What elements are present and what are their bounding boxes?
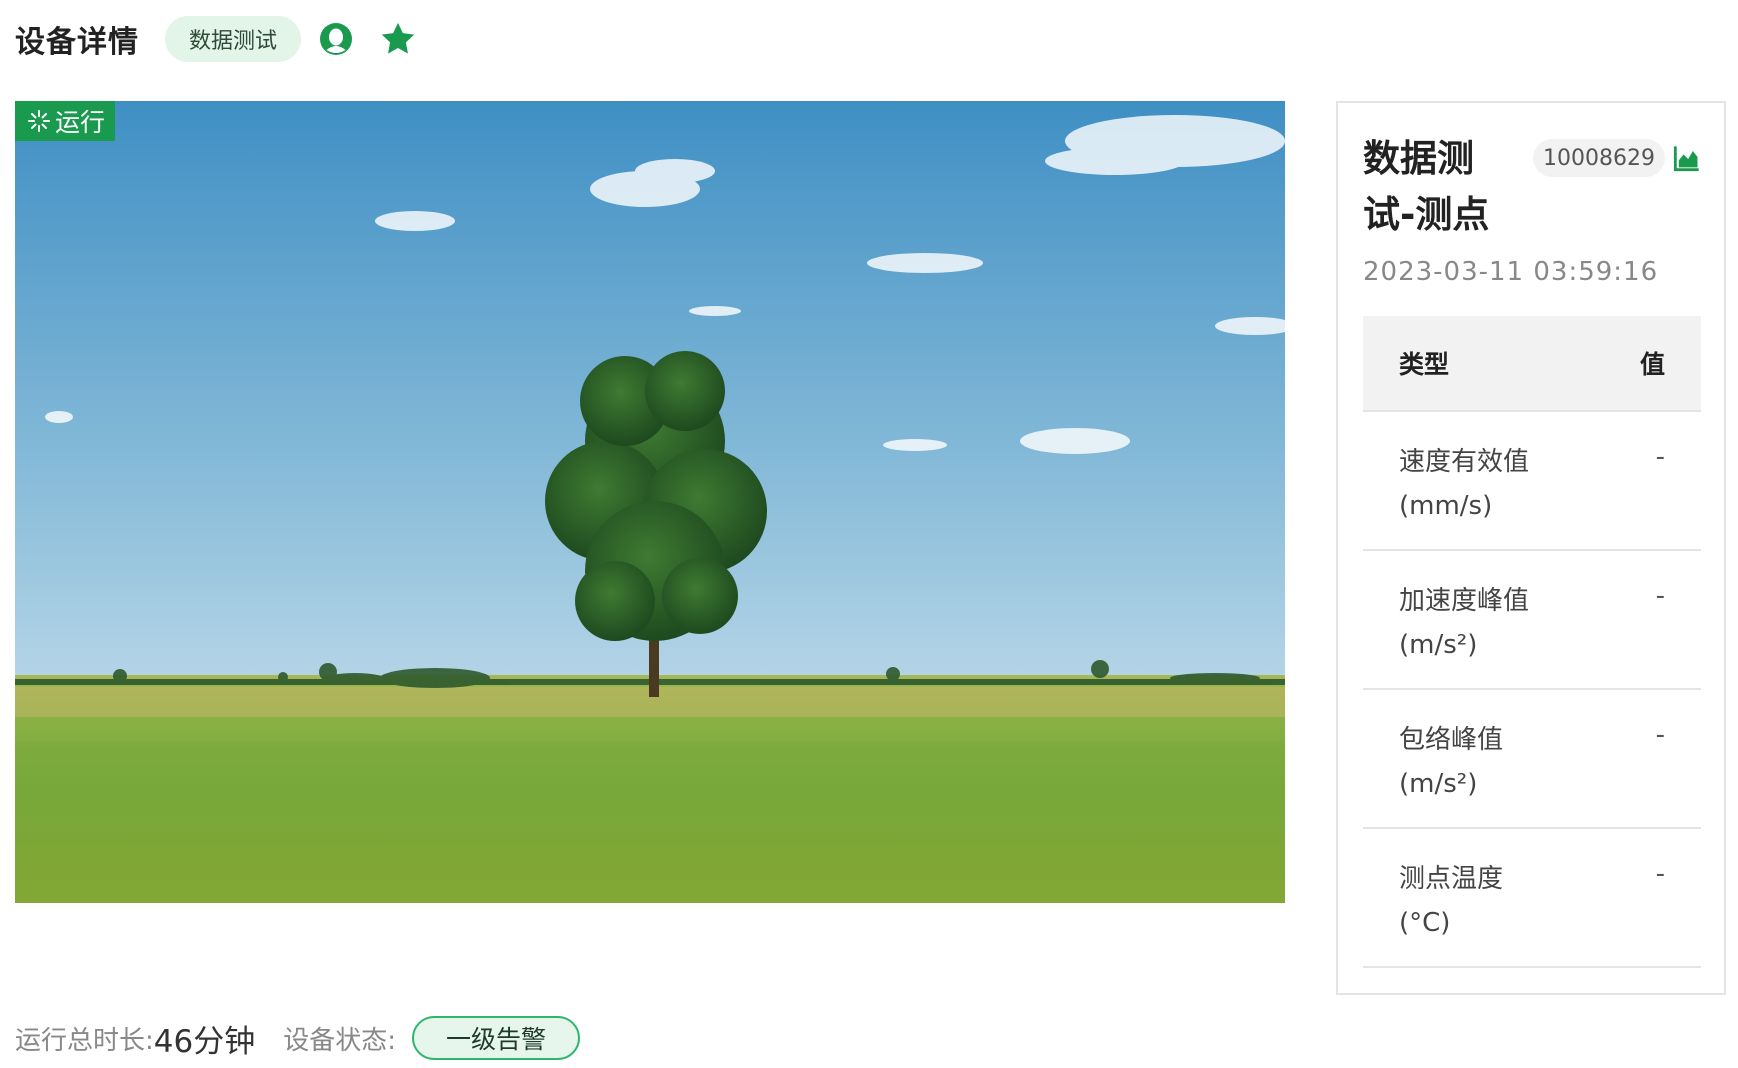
- row-value: -: [1655, 581, 1665, 611]
- status-bar: 运行总时长: 46分钟 设备状态: 一级告警: [15, 1015, 580, 1061]
- runtime-value: 46分钟: [153, 1023, 256, 1060]
- landscape-picture: [15, 101, 1285, 903]
- table-header: 类型 值: [1363, 316, 1701, 412]
- running-status-label: 运行: [55, 108, 106, 137]
- measure-point-title: 数据测 试-测点: [1363, 131, 1513, 243]
- measure-point-header: 数据测 试-测点 10008629 2023-03-11 03:59:16: [1363, 131, 1701, 287]
- star-icon[interactable]: [379, 20, 417, 58]
- page-title: 设备详情: [15, 25, 139, 60]
- point-code-chip: 10008629: [1533, 139, 1665, 177]
- row-label-text: 测点温度: [1399, 864, 1504, 894]
- measure-point-panel: 数据测 试-测点 10008629 2023-03-11 03:59:16 类型…: [1336, 101, 1726, 995]
- measure-table: 类型 值 速度有效值 (mm/s) - 加速度峰值 (m/s²) - 包络峰值 …: [1363, 316, 1701, 968]
- row-value: -: [1655, 720, 1665, 750]
- running-status-badge: 运行: [15, 101, 116, 141]
- area-chart-icon[interactable]: [1673, 144, 1701, 172]
- measure-point-code: 10008629: [1533, 139, 1701, 177]
- alarm-level-badge: 一级告警: [411, 1016, 580, 1060]
- row-label: 包络峰值 (m/s²): [1399, 718, 1503, 827]
- column-header-value: 值: [1639, 350, 1665, 379]
- runtime-label: 运行总时长:: [15, 1025, 154, 1056]
- page-header: 设备详情 数据测试: [15, 14, 417, 64]
- row-label: 速度有效值 (mm/s): [1399, 440, 1529, 549]
- user-icon[interactable]: [317, 20, 355, 58]
- row-label-unit: (m/s²): [1399, 769, 1478, 799]
- measure-timestamp: 2023-03-11 03:59:16: [1363, 257, 1659, 287]
- row-label-unit: (°C): [1399, 908, 1451, 938]
- row-value: -: [1655, 442, 1665, 472]
- device-name-chip[interactable]: 数据测试: [165, 16, 302, 62]
- row-label-text: 加速度峰值: [1399, 586, 1530, 616]
- table-row: 速度有效值 (mm/s) -: [1363, 412, 1701, 551]
- measure-point-title-line2: 试-测点: [1363, 193, 1490, 236]
- row-label-unit: (mm/s): [1399, 491, 1493, 521]
- measure-point-title-line1: 数据测: [1363, 137, 1474, 180]
- row-value: -: [1655, 859, 1665, 889]
- row-label-text: 包络峰值: [1399, 725, 1504, 755]
- row-label: 加速度峰值 (m/s²): [1399, 579, 1529, 688]
- row-label-unit: (m/s²): [1399, 630, 1478, 660]
- table-row: 测点温度 (°C) -: [1363, 829, 1701, 968]
- column-header-type: 类型: [1399, 350, 1450, 379]
- device-image: 运行: [15, 101, 1285, 903]
- device-status-label: 设备状态:: [283, 1025, 396, 1056]
- row-label-text: 速度有效值: [1399, 447, 1530, 477]
- row-label: 测点温度 (°C): [1399, 857, 1503, 966]
- running-spinner-icon: [28, 110, 50, 132]
- table-row: 包络峰值 (m/s²) -: [1363, 690, 1701, 829]
- table-row: 加速度峰值 (m/s²) -: [1363, 551, 1701, 690]
